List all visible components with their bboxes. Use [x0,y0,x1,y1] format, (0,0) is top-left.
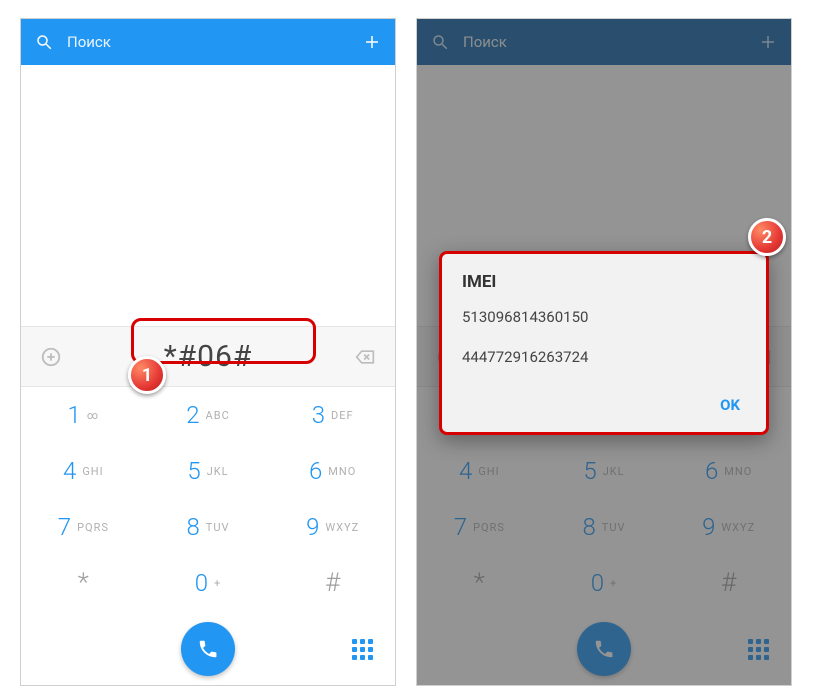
dialed-number: *#06# [81,339,335,374]
number-entry-row: *#06# [21,327,395,387]
key-8[interactable]: 8TUV [146,499,271,555]
bottom-bar [21,611,395,686]
phone-screenshot-left: Поиск *#06# 1∞ [20,18,396,686]
imei-value-1: 513096814360150 [462,308,746,326]
search-bar[interactable]: Поиск [21,19,395,65]
key-6[interactable]: 6MNO [270,443,395,499]
key-7[interactable]: 7PQRS [21,499,146,555]
key-5[interactable]: 5JKL [146,443,271,499]
dialog-ok-button[interactable]: OK [714,388,746,422]
backspace-button[interactable] [335,347,395,367]
dialpad-toggle-icon[interactable] [352,639,373,660]
search-icon [35,33,53,51]
results-area [21,65,395,327]
imei-dialog: IMEI 513096814360150 444772916263724 OK [439,251,769,435]
dialog-title: IMEI [462,272,746,292]
key-hash[interactable]: # [270,555,395,611]
call-button[interactable] [181,622,235,676]
add-icon[interactable] [363,33,381,51]
key-star[interactable]: * [21,555,146,611]
dial-keypad: 1∞ 2ABC 3DEF 4GHI 5JKL 6MNO 7PQRS 8TUV 9… [21,387,395,611]
callout-badge-1: 1 [128,356,166,394]
callout-badge-2: 2 [748,218,786,256]
key-4[interactable]: 4GHI [21,443,146,499]
key-2[interactable]: 2ABC [146,387,271,443]
key-3[interactable]: 3DEF [270,387,395,443]
key-1[interactable]: 1∞ [21,387,146,443]
key-9[interactable]: 9WXYZ [270,499,395,555]
key-0[interactable]: 0+ [146,555,271,611]
search-placeholder: Поиск [67,33,363,51]
phone-screenshot-right: Поиск *#06# 1∞ [416,18,792,686]
add-contact-button[interactable] [21,346,81,368]
imei-value-2: 444772916263724 [462,348,746,366]
